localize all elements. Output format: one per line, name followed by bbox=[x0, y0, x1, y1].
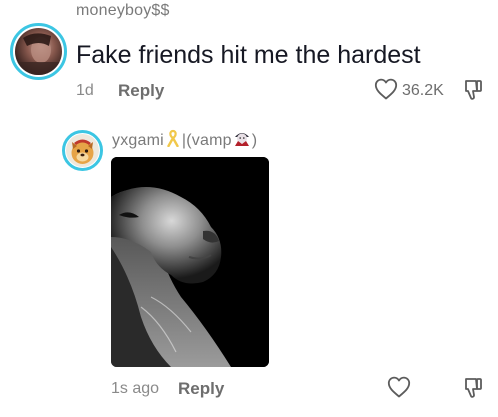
commenter-username[interactable]: moneyboy$$ bbox=[76, 2, 170, 20]
dog-emoji-icon bbox=[71, 139, 94, 164]
reply-age: 1s ago bbox=[111, 380, 160, 397]
thumbs-down-icon[interactable] bbox=[461, 78, 485, 102]
reply-username[interactable]: yxgami |(vamp ) bbox=[112, 129, 257, 152]
reply-avatar-image bbox=[66, 134, 99, 167]
comment-age: 1d bbox=[76, 82, 94, 99]
reply-heart-outline-icon[interactable] bbox=[387, 376, 411, 398]
commenter-avatar-image bbox=[15, 28, 62, 75]
heart-outline-icon[interactable] bbox=[374, 78, 398, 100]
reply-username-suffix: ) bbox=[251, 131, 258, 149]
vampire-icon bbox=[233, 129, 251, 152]
reply-username-prefix: yxgami bbox=[112, 131, 164, 149]
reply-image-lion[interactable] bbox=[111, 157, 269, 367]
comment-reply-button[interactable]: Reply bbox=[118, 81, 164, 101]
comment-like-count: 36.2K bbox=[402, 82, 444, 99]
reply-reply-button[interactable]: Reply bbox=[178, 379, 224, 399]
face-photo-icon bbox=[15, 33, 62, 75]
reply-avatar[interactable] bbox=[62, 130, 103, 171]
yellow-ribbon-icon bbox=[165, 129, 181, 152]
reply-username-middle: |(vamp bbox=[181, 131, 232, 149]
reply-thumbs-down-icon[interactable] bbox=[461, 376, 485, 400]
comment-text: Fake friends hit me the hardest bbox=[76, 41, 421, 69]
lion-photo-icon bbox=[111, 157, 269, 367]
commenter-avatar[interactable] bbox=[10, 23, 67, 80]
